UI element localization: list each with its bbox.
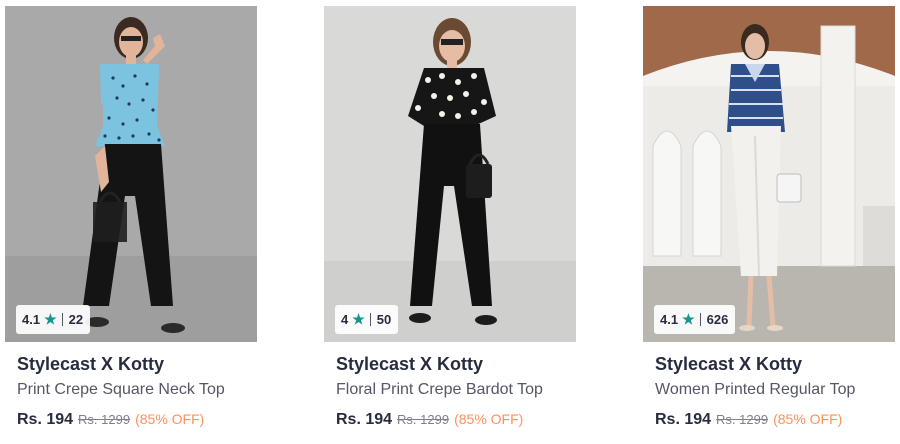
rating-divider [369,313,371,326]
rating-count: 22 [68,312,84,327]
product-name[interactable]: Floral Print Crepe Bardot Top [336,381,543,399]
product-photo [5,6,257,342]
star-icon: ★ [352,311,365,327]
original-price: Rs. 1299 [397,412,450,427]
discounted-price: Rs. 194 [655,411,712,428]
star-icon: ★ [682,311,695,327]
rating-count: 626 [706,312,729,327]
product-image[interactable]: 4 ★ 50 [324,6,576,342]
rating-value: 4.1 [660,312,679,327]
product-price: Rs. 194 Rs. 1299 (85% OFF) [655,411,842,429]
discount-label: (85% OFF) [454,411,524,427]
rating-badge: 4 ★ 50 [335,305,399,334]
rating-count: 50 [376,312,392,327]
product-name[interactable]: Print Crepe Square Neck Top [17,381,225,399]
rating-value: 4 [341,312,349,327]
product-brand[interactable]: Stylecast X Kotty [17,354,164,375]
product-image[interactable]: 4.1 ★ 626 [643,6,895,342]
product-grid: 4.1 ★ 22 Stylecast X Kotty Print Crepe S… [0,0,900,444]
product-price: Rs. 194 Rs. 1299 (85% OFF) [17,411,204,429]
rating-badge: 4.1 ★ 22 [16,305,91,334]
rating-value: 4.1 [22,312,41,327]
discounted-price: Rs. 194 [17,411,74,428]
rating-badge: 4.1 ★ 626 [654,305,736,334]
product-image[interactable]: 4.1 ★ 22 [5,6,257,342]
rating-divider [699,313,701,326]
product-photo [324,6,576,342]
product-name[interactable]: Women Printed Regular Top [655,381,855,399]
star-icon: ★ [44,311,57,327]
original-price: Rs. 1299 [78,412,131,427]
product-photo [643,6,895,342]
discounted-price: Rs. 194 [336,411,393,428]
product-brand[interactable]: Stylecast X Kotty [336,354,483,375]
rating-divider [61,313,63,326]
discount-label: (85% OFF) [773,411,843,427]
product-price: Rs. 194 Rs. 1299 (85% OFF) [336,411,523,429]
product-brand[interactable]: Stylecast X Kotty [655,354,802,375]
original-price: Rs. 1299 [716,412,769,427]
discount-label: (85% OFF) [135,411,205,427]
